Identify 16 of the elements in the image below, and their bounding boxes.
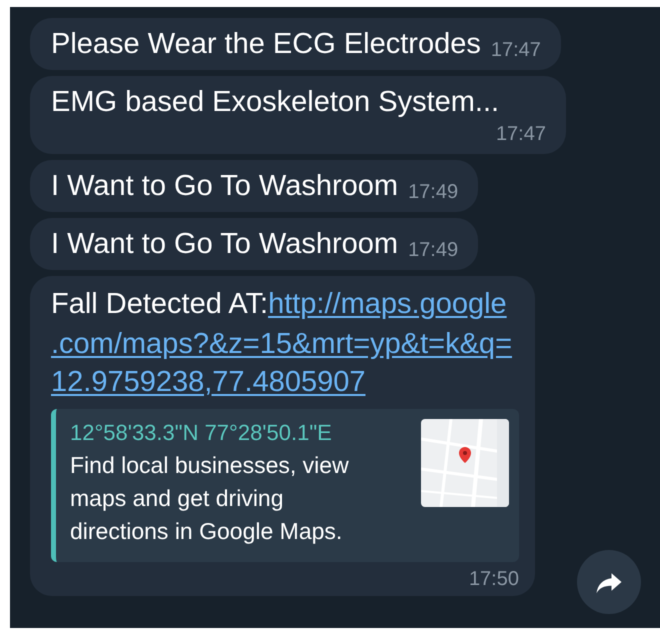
message-text: Fall Detected AT: — [51, 288, 268, 320]
map-link[interactable]: http://maps.google — [268, 288, 507, 320]
map-link[interactable]: .com/maps?&z=15&mrt=yp&t=k&q= — [51, 328, 512, 360]
message-time: 17:47 — [490, 38, 541, 63]
message-text: I Want to Go To Washroom — [51, 227, 398, 262]
message-text: EMG based Exoskeleton System... — [51, 85, 500, 120]
message-time: 17:50 — [468, 567, 519, 592]
message-text: I Want to Go To Washroom — [51, 169, 398, 204]
message-text: Please Wear the ECG Electrodes — [51, 27, 481, 62]
preview-title: 12°58'33.3"N 77°28'50.1"E — [70, 419, 333, 447]
link-preview[interactable]: 12°58'33.3"N 77°28'50.1"E Find local businesses, view maps and get driving directions in Google Maps. — [51, 409, 519, 562]
preview-description: Find local businesses, view maps and get driving directions in Google Maps. — [70, 451, 350, 546]
message-time: 17:49 — [408, 180, 458, 205]
message-time: 17:47 — [496, 122, 546, 147]
message-time: 17:49 — [408, 238, 458, 263]
map-link[interactable]: 12.9759238,77.4805907 — [51, 366, 366, 398]
